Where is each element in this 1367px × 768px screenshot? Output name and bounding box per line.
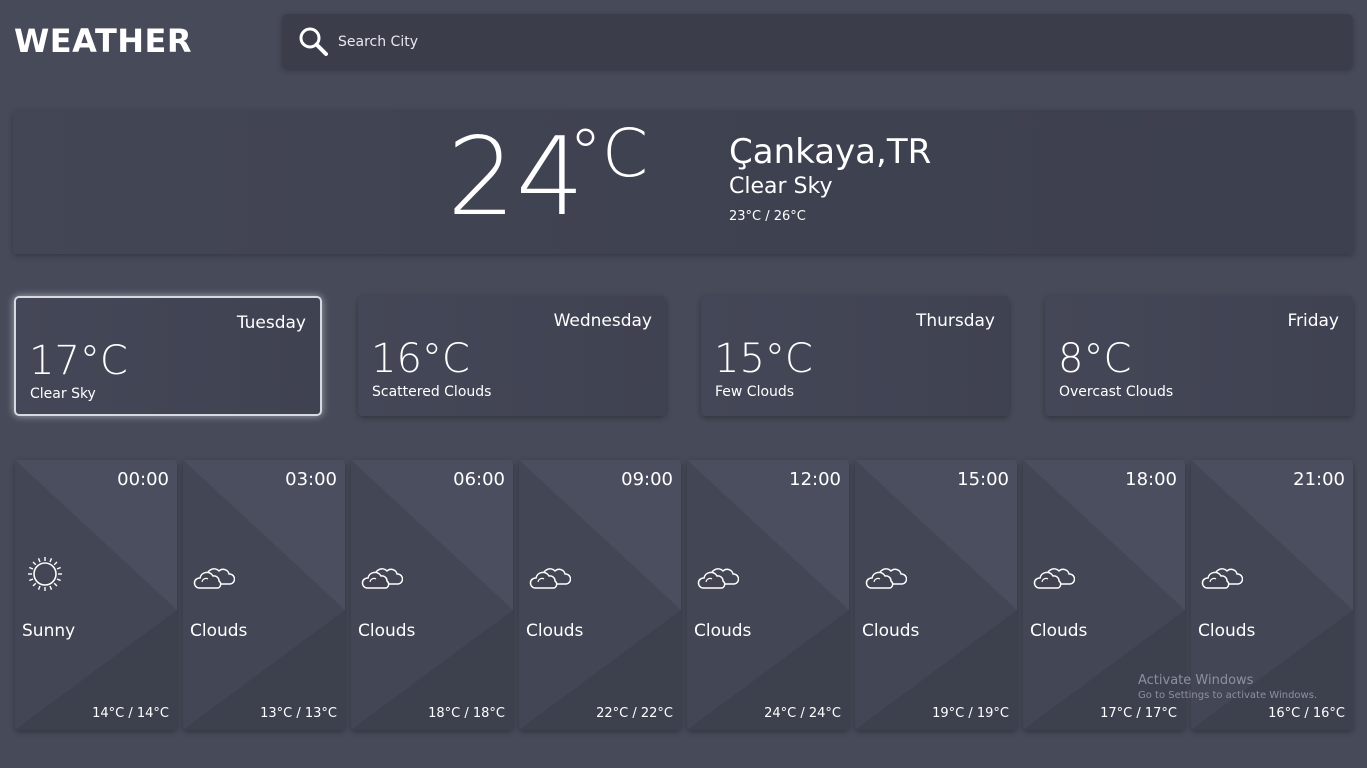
card-background <box>519 460 681 730</box>
clouds-icon <box>1031 554 1076 594</box>
day-card[interactable]: Friday 8°C Overcast Clouds <box>1045 296 1353 416</box>
hour-temp-range: 16°C / 16°C <box>1268 706 1345 721</box>
hourly-card[interactable]: 00:00 Sunny 14°C / 14°C <box>15 460 177 730</box>
day-name: Wednesday <box>553 311 652 331</box>
watermark-title: Activate Windows <box>1138 673 1254 688</box>
day-temperature: 8°C <box>1058 336 1132 382</box>
current-location: Çankaya,TR <box>729 132 932 172</box>
card-background <box>855 460 1017 730</box>
hour-temp-range: 24°C / 24°C <box>764 706 841 721</box>
hour-time: 06:00 <box>453 469 505 490</box>
search-bar[interactable] <box>282 14 1353 69</box>
hourly-card[interactable]: 06:00 Clouds 18°C / 18°C <box>351 460 513 730</box>
hour-temp-range: 13°C / 13°C <box>260 706 337 721</box>
hour-time: 21:00 <box>1293 469 1345 490</box>
hour-condition: Clouds <box>862 621 920 641</box>
card-background <box>183 460 345 730</box>
hour-condition: Clouds <box>358 621 416 641</box>
current-temp-range: 23°C / 26°C <box>729 209 806 224</box>
hour-temp-range: 17°C / 17°C <box>1100 706 1177 721</box>
current-weather-panel: 24 °C Çankaya,TR Clear Sky 23°C / 26°C <box>13 110 1354 254</box>
card-background <box>15 460 177 730</box>
hourly-card[interactable]: 03:00 Clouds 13°C / 13°C <box>183 460 345 730</box>
day-condition: Scattered Clouds <box>372 384 492 400</box>
watermark-subtitle: Go to Settings to activate Windows. <box>1138 690 1318 701</box>
hour-condition: Clouds <box>526 621 584 641</box>
hour-temp-range: 19°C / 19°C <box>932 706 1009 721</box>
day-name: Thursday <box>915 311 995 331</box>
day-temperature: 15°C <box>714 336 813 382</box>
hour-condition: Clouds <box>190 621 248 641</box>
day-card[interactable]: Tuesday 17°C Clear Sky <box>14 296 322 416</box>
current-condition: Clear Sky <box>729 174 833 199</box>
hour-temp-range: 14°C / 14°C <box>92 706 169 721</box>
hour-time: 18:00 <box>1125 469 1177 490</box>
hourly-card[interactable]: 12:00 Clouds 24°C / 24°C <box>687 460 849 730</box>
day-card[interactable]: Thursday 15°C Few Clouds <box>701 296 1009 416</box>
hourly-card[interactable]: 15:00 Clouds 19°C / 19°C <box>855 460 1017 730</box>
card-background <box>351 460 513 730</box>
hour-condition: Sunny <box>22 621 76 641</box>
current-temperature-unit: °C <box>569 115 649 192</box>
hour-time: 09:00 <box>621 469 673 490</box>
hour-time: 15:00 <box>957 469 1009 490</box>
clouds-icon <box>527 554 572 594</box>
hour-condition: Clouds <box>694 621 752 641</box>
day-name: Tuesday <box>236 313 306 333</box>
current-temperature: 24 <box>447 115 585 240</box>
day-card[interactable]: Wednesday 16°C Scattered Clouds <box>358 296 666 416</box>
clouds-icon <box>191 554 236 594</box>
activation-watermark: Activate Windows Go to Settings to activ… <box>1138 673 1317 701</box>
search-input[interactable] <box>338 33 1238 50</box>
day-name: Friday <box>1287 311 1339 331</box>
hour-temp-range: 18°C / 18°C <box>428 706 505 721</box>
weather-app: WEATHER 24 °C Çankaya,TR Clear Sky 23°C … <box>0 0 1367 768</box>
day-condition: Few Clouds <box>715 384 795 400</box>
app-logo: WEATHER <box>14 22 193 60</box>
hour-temp-range: 22°C / 22°C <box>596 706 673 721</box>
day-condition: Overcast Clouds <box>1059 384 1174 400</box>
hour-condition: Clouds <box>1030 621 1088 641</box>
day-condition: Clear Sky <box>30 386 96 402</box>
sun-icon <box>23 554 67 594</box>
search-icon[interactable] <box>298 26 330 58</box>
clouds-icon <box>695 554 740 594</box>
hourly-card[interactable]: 09:00 Clouds 22°C / 22°C <box>519 460 681 730</box>
card-background <box>687 460 849 730</box>
hour-time: 03:00 <box>285 469 337 490</box>
day-temperature: 16°C <box>371 336 470 382</box>
hour-time: 12:00 <box>789 469 841 490</box>
clouds-icon <box>1199 554 1244 594</box>
day-temperature: 17°C <box>29 338 128 384</box>
hour-time: 00:00 <box>117 469 169 490</box>
clouds-icon <box>863 554 908 594</box>
clouds-icon <box>359 554 404 594</box>
hour-condition: Clouds <box>1198 621 1256 641</box>
